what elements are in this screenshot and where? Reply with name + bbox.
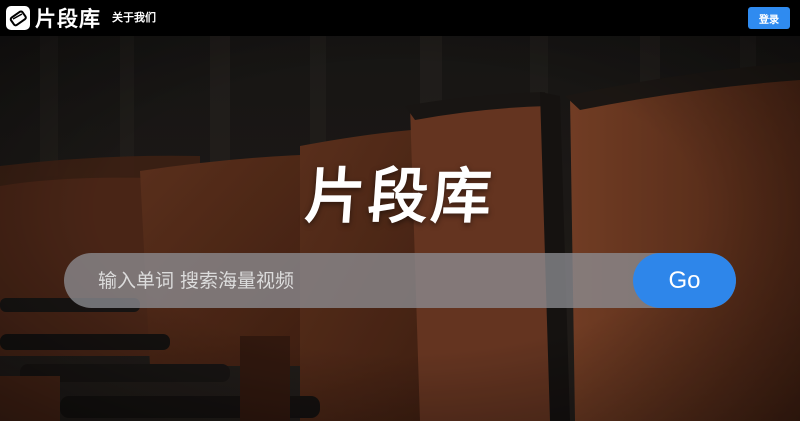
search-bar: Go	[64, 253, 736, 308]
search-input[interactable]	[64, 253, 633, 308]
login-button[interactable]: 登录	[748, 7, 790, 29]
nav-about-link[interactable]: 关于我们	[112, 9, 156, 25]
film-clip-icon	[6, 6, 30, 30]
go-button[interactable]: Go	[633, 253, 736, 308]
site-logo[interactable]: 片段库	[6, 5, 101, 31]
hero-section: 片段库 Go	[0, 36, 800, 421]
hero-title: 片段库	[302, 162, 497, 232]
logo-text: 片段库	[35, 7, 101, 31]
top-bar: 片段库 关于我们 登录	[0, 0, 800, 36]
